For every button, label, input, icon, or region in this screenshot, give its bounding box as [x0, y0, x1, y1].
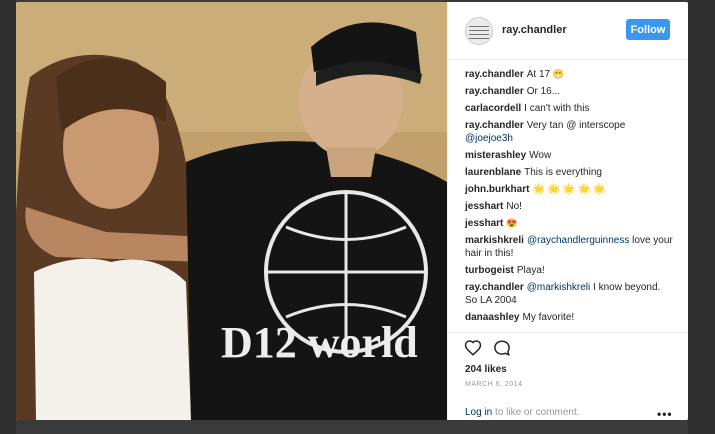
comment-mention[interactable]: @markishkreli: [527, 282, 591, 293]
avatar[interactable]: [465, 17, 493, 45]
comment-item: ray.chandler Very tan @ interscope @joejo…: [465, 119, 675, 145]
comment-text: Or 16...: [526, 86, 561, 97]
comment-username[interactable]: turbogeist: [465, 265, 514, 276]
post-header: ray.chandler Follow: [448, 2, 688, 60]
comment-username[interactable]: ray.chandler: [465, 282, 524, 293]
login-prompt: Log in to like or comment.: [465, 407, 580, 418]
login-prompt-text: to like or comment.: [492, 407, 580, 418]
comment-text: Wow: [529, 150, 552, 161]
comment-username[interactable]: carlacordell: [465, 103, 521, 114]
comment-username[interactable]: markishkreli: [465, 235, 524, 246]
login-link[interactable]: Log in: [465, 407, 492, 418]
comment-text: My favorite!: [522, 312, 575, 323]
post-actions: 204 likes MARCH 6, 2014 Log in to like o…: [448, 332, 688, 420]
comment-item: laurenblane This is everything: [465, 166, 675, 179]
comment-mention[interactable]: @raychandlerguinness: [527, 235, 629, 246]
comment-icon[interactable]: [493, 339, 511, 357]
comment-text: I can't with this: [524, 103, 590, 114]
heart-icon[interactable]: [464, 339, 482, 357]
comment-item: jesshart 😍: [465, 217, 675, 230]
page-backdrop-left: [0, 0, 16, 434]
more-options-icon[interactable]: •••: [657, 407, 673, 420]
comment-username[interactable]: danaashley: [465, 312, 519, 323]
comment-item: john.burkhart 🌟 🌟 🌟 🌟 🌟: [465, 183, 675, 196]
comment-username[interactable]: ray.chandler: [465, 69, 524, 80]
comment-text: No!: [506, 201, 522, 212]
comment-username[interactable]: ray.chandler: [465, 120, 524, 131]
comment-item: carlacordell I can't with this: [465, 102, 675, 115]
comment-username[interactable]: jesshart: [465, 218, 503, 229]
comment-username[interactable]: laurenblane: [465, 167, 521, 178]
comment-text: Very tan @ interscope: [526, 120, 626, 131]
comment-item: danaashley My favorite!: [465, 311, 675, 324]
comments-list: ray.chandler At 17 😁 ray.chandler Or 16...…: [465, 68, 675, 328]
comment-text: This is everything: [524, 167, 602, 178]
shirt-text: D12 world: [221, 318, 418, 367]
comment-username[interactable]: misterashley: [465, 150, 526, 161]
comment-username[interactable]: john.burkhart: [465, 184, 529, 195]
comment-item: misterashley Wow: [465, 149, 675, 162]
post-sidebar: ray.chandler Follow ray.chandler At 17 😁 …: [447, 2, 688, 420]
comment-item: ray.chandler At 17 😁: [465, 68, 675, 81]
follow-button[interactable]: Follow: [626, 19, 670, 40]
comment-item: turbogeist Playa!: [465, 264, 675, 277]
comment-item: ray.chandler Or 16...: [465, 85, 675, 98]
comment-text: Playa!: [516, 265, 545, 276]
comment-username[interactable]: ray.chandler: [465, 86, 524, 97]
comment-username[interactable]: jesshart: [465, 201, 503, 212]
post-photo[interactable]: D12 world: [16, 2, 447, 420]
likes-count[interactable]: 204 likes: [465, 364, 507, 375]
post-date: MARCH 6, 2014: [465, 381, 523, 388]
grin-emoji-icon: 😁: [552, 69, 565, 79]
star-emoji-icon: 🌟 🌟 🌟 🌟 🌟: [532, 184, 606, 195]
page-backdrop-right: [688, 0, 715, 434]
post-username[interactable]: ray.chandler: [502, 24, 567, 36]
comment-item: ray.chandler @markishkreli I know beyond.…: [465, 281, 675, 307]
comment-mention[interactable]: @joejoe3h: [465, 133, 513, 144]
heart-eyes-emoji-icon: 😍: [506, 218, 518, 228]
comment-item: markishkreli @raychandlerguinness love yo…: [465, 234, 675, 260]
comment-text: At 17: [526, 69, 551, 80]
instagram-post-card: D12 world ray.chandler Follow ray.chandl…: [16, 2, 688, 420]
comment-item: jesshart No!: [465, 200, 675, 213]
